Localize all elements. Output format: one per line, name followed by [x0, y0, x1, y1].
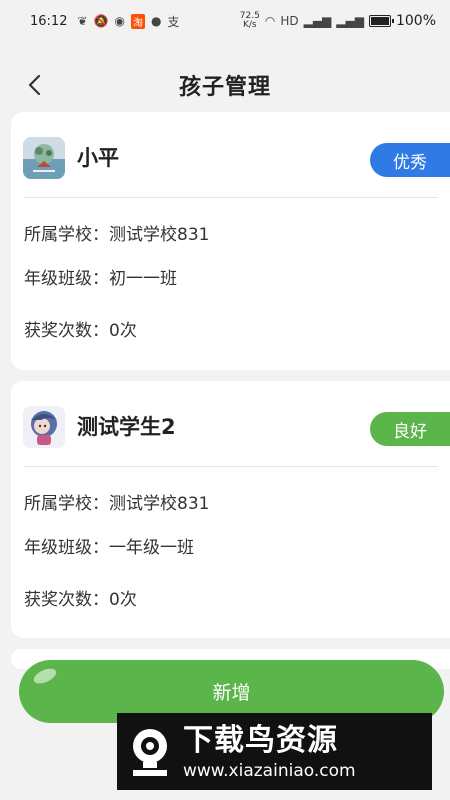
status-bar: 16:12 ❦ 🔕 ◉ 淘 ● 支 72.5 K/s ◠ HD ▂▄▆ ▂▄▆ …: [0, 0, 450, 42]
child-card[interactable]: 测试学生2 良好 所属学校：测试学校831 年级班级：一年级一班 获奖次数：0次: [11, 381, 450, 638]
school-row: 所属学校：测试学校831: [24, 220, 209, 245]
watermark-url: www.xiazainiao.com: [183, 760, 356, 781]
watermark-text: 下载鸟资源 www.xiazainiao.com: [183, 722, 356, 782]
net-speed-unit: K/s: [243, 20, 257, 30]
message-icon: ●: [150, 14, 162, 28]
class-row: 年级班级：初一一班: [24, 264, 177, 289]
child-card[interactable]: 小平 优秀 所属学校：测试学校831 年级班级：初一一班 获奖次数：0次: [11, 112, 450, 370]
class-label: 年级班级：: [24, 269, 109, 289]
bell-off-icon: 🔕: [93, 14, 109, 28]
back-button[interactable]: [20, 70, 50, 100]
child-card-header: 小平 优秀: [11, 112, 450, 198]
bird-logo-icon: [117, 713, 183, 790]
divider: [23, 197, 438, 198]
signal-2-icon: ▂▄▆: [336, 14, 364, 28]
rating-badge: 优秀: [370, 143, 450, 177]
signal-icon: ▂▄▆: [303, 14, 332, 28]
battery-percent: 100%: [395, 13, 436, 29]
awards-value: 0次: [109, 321, 137, 341]
taobao-icon: 淘: [130, 13, 145, 29]
child-name: 测试学生2: [77, 415, 176, 439]
status-right: 72.5 K/s ◠ HD ▂▄▆ ▂▄▆ 100%: [240, 12, 436, 30]
class-value: 初一一班: [109, 269, 177, 289]
watermark-title: 下载鸟资源: [183, 722, 338, 758]
page-title: 孩子管理: [178, 75, 271, 100]
watermark: 下载鸟资源 www.xiazainiao.com: [117, 713, 432, 790]
avatar: [23, 406, 65, 448]
avatar: [23, 137, 65, 179]
page-header: 孩子管理: [0, 60, 450, 110]
awards-label: 获奖次数：: [24, 590, 109, 610]
alipay-icon: 支: [167, 14, 180, 29]
rating-badge: 良好: [370, 412, 450, 446]
button-gloss: [31, 665, 59, 687]
add-button-label: 新增: [212, 682, 251, 704]
battery-fill: [370, 17, 389, 25]
class-row: 年级班级：一年级一班: [24, 533, 194, 558]
battery-icon: [368, 15, 394, 27]
wifi-icon: ◠: [264, 14, 276, 28]
class-label: 年级班级：: [24, 538, 109, 558]
school-label: 所属学校：: [24, 225, 109, 245]
awards-value: 0次: [109, 590, 137, 610]
wechat-icon: ◉: [114, 14, 125, 28]
divider: [23, 466, 438, 467]
awards-row: 获奖次数：0次: [24, 316, 137, 341]
child-card-header: 测试学生2 良好: [11, 381, 450, 467]
school-row: 所属学校：测试学校831: [24, 489, 209, 514]
heart-icon: ❦: [77, 14, 88, 28]
chevron-left-icon: [28, 74, 41, 96]
school-label: 所属学校：: [24, 494, 109, 514]
awards-label: 获奖次数：: [24, 321, 109, 341]
school-value: 测试学校831: [109, 225, 210, 245]
status-time: 16:12: [30, 13, 68, 29]
status-left: 16:12 ❦ 🔕 ◉ 淘 ● 支: [30, 13, 179, 30]
hd-icon: HD: [280, 14, 299, 28]
school-value: 测试学校831: [109, 494, 210, 514]
awards-row: 获奖次数：0次: [24, 585, 137, 610]
child-name: 小平: [77, 146, 119, 170]
class-value: 一年级一班: [109, 538, 194, 558]
net-speed: 72.5 K/s: [240, 12, 260, 30]
